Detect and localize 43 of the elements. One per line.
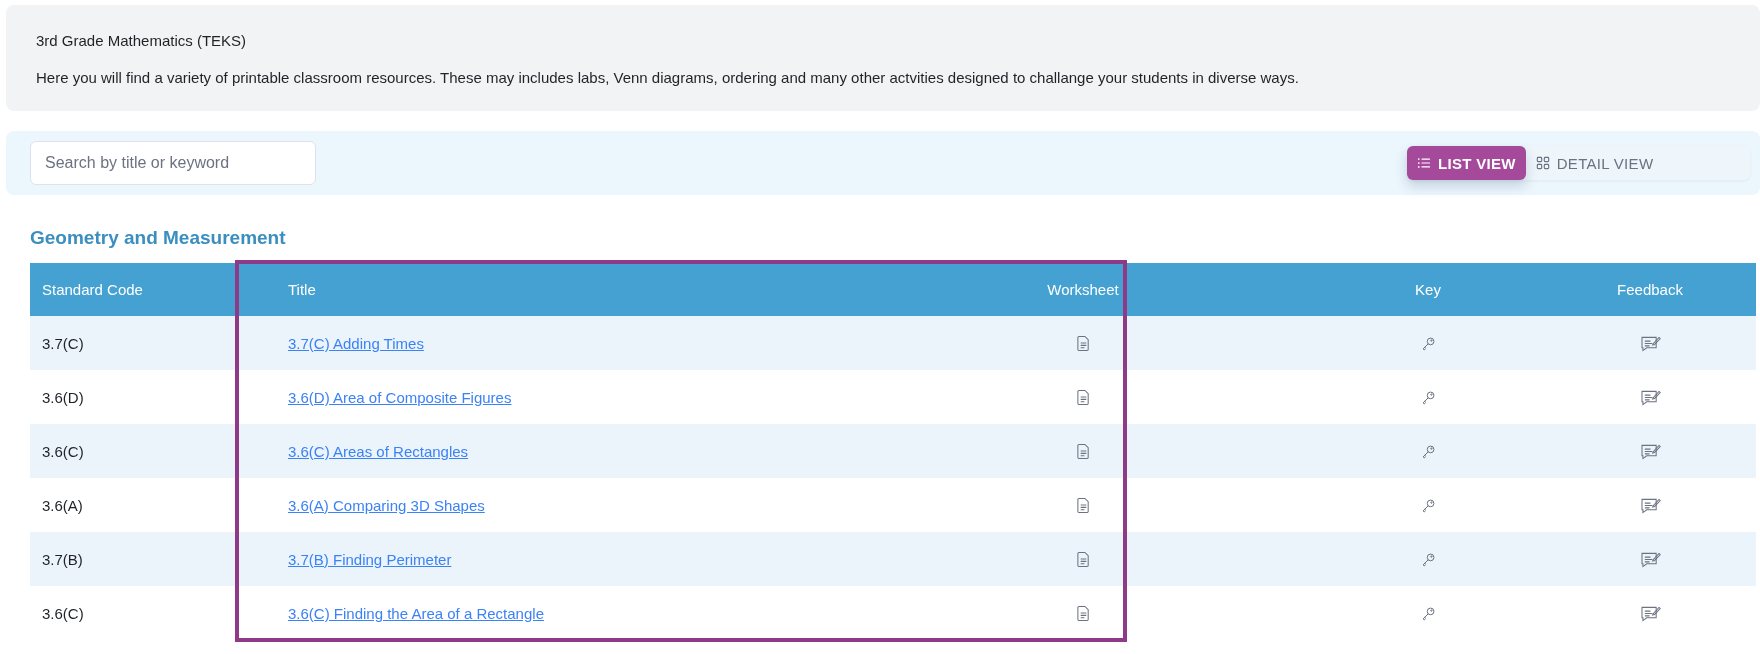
grid-icon: [1535, 156, 1550, 170]
feedback-icon[interactable]: [1639, 497, 1661, 515]
title-link[interactable]: 3.6(C) Finding the Area of a Rectangle: [288, 604, 544, 622]
document-icon[interactable]: [1075, 443, 1091, 461]
feedback-icon[interactable]: [1639, 443, 1661, 461]
key-icon[interactable]: [1420, 389, 1436, 407]
title-link[interactable]: 3.6(A) Comparing 3D Shapes: [288, 496, 485, 514]
page-description: Here you will find a variety of printable classroom resources. These may includes labs, Venn diagrams, ordering and many other actvities designed to challange your students in diverse ways.: [36, 69, 1300, 86]
feedback-icon[interactable]: [1639, 551, 1661, 569]
feedback-icon[interactable]: [1639, 335, 1661, 353]
view-button[interactable]: LIST VIEW: [1407, 146, 1526, 180]
document-icon[interactable]: [1075, 335, 1091, 353]
key-icon[interactable]: [1420, 335, 1436, 353]
column-header: Feedback: [1544, 263, 1756, 316]
standard-code: 3.7(B): [42, 550, 83, 568]
standard-code: 3.6(C): [42, 442, 84, 460]
standard-code: 3.6(D): [42, 388, 84, 406]
key-icon[interactable]: [1420, 551, 1436, 569]
column-header: Standard Code: [30, 263, 266, 316]
list-icon: [1417, 156, 1431, 170]
section-heading: Geometry and Measurement: [30, 227, 287, 250]
view-button[interactable]: DETAIL VIEW: [1525, 146, 1664, 180]
standard-code: 3.6(A): [42, 496, 83, 514]
search-field[interactable]: Search by title or keyword: [30, 141, 316, 185]
page-title: 3rd Grade Mathematics (TEKS): [36, 32, 248, 49]
document-icon[interactable]: [1075, 497, 1091, 515]
title-link[interactable]: 3.7(B) Finding Perimeter: [288, 550, 452, 568]
title-link[interactable]: 3.6(D) Area of Composite Figures: [288, 388, 512, 406]
feedback-icon[interactable]: [1639, 389, 1661, 407]
column-header: Title: [266, 263, 854, 316]
key-icon[interactable]: [1420, 605, 1436, 623]
feedback-icon[interactable]: [1639, 605, 1661, 623]
title-link[interactable]: 3.7(C) Adding Times: [288, 334, 424, 352]
standard-code: 3.7(C): [42, 334, 84, 352]
column-header: Worksheet: [854, 263, 1312, 316]
key-icon[interactable]: [1420, 497, 1436, 515]
document-icon[interactable]: [1075, 389, 1091, 407]
document-icon[interactable]: [1075, 551, 1091, 569]
document-icon[interactable]: [1075, 605, 1091, 623]
standard-code: 3.6(C): [42, 604, 84, 622]
key-icon[interactable]: [1420, 443, 1436, 461]
title-link[interactable]: 3.6(C) Areas of Rectangles: [288, 442, 469, 460]
column-header: Key: [1312, 263, 1544, 316]
